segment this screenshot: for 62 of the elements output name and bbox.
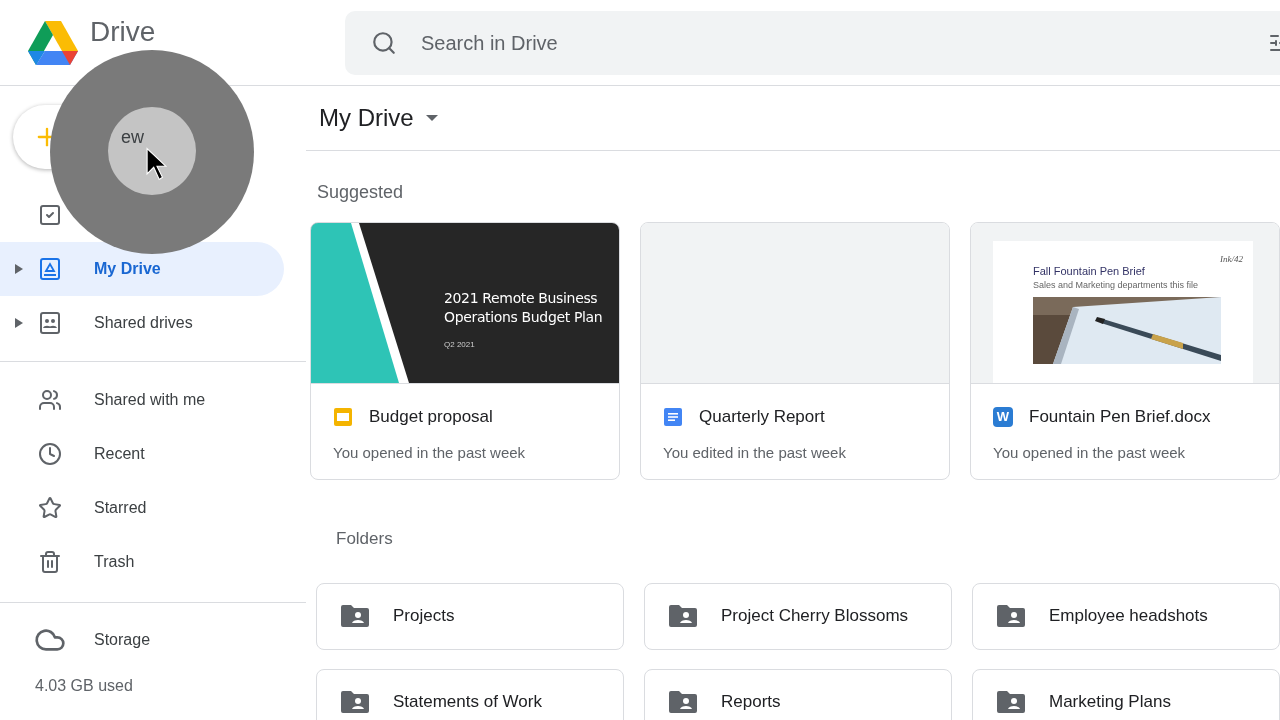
storage-item[interactable]: Storage [0,616,284,664]
folder-item[interactable]: Statements of Work [316,668,624,720]
sidebar-item[interactable]: Shared with me [0,373,284,427]
search-icon [371,29,397,56]
app-name: Drive [90,17,156,46]
star-icon [38,496,62,520]
shared-folder-icon [669,691,697,713]
shared-folder-icon [341,691,369,713]
file-card[interactable]: 2021 Remote Business Operations Budget Plan Q2 2021 Budget proposal You opened in the past week [310,222,620,480]
clock-icon [38,442,62,466]
folder-name: Projects [393,605,455,628]
drive-logo-icon [28,20,78,65]
sidebar-item[interactable]: Trash [0,535,284,589]
folder-item[interactable]: Marketing Plans [972,668,1280,720]
file-name: Fountain Pen Brief.docx [1029,406,1211,428]
shared-folder-icon [341,605,369,627]
storage-usage: 4.03 GB used [34,676,134,696]
slide-subtitle: Q2 2021 [444,339,476,351]
document-icon [663,406,683,427]
sidebar-item[interactable]: My Drive [0,242,284,296]
shared-folder-icon [997,691,1025,713]
expand-arrow-icon[interactable] [15,318,23,328]
shared-folder-icon [997,605,1025,627]
search-input[interactable]: Search in Drive [421,27,1244,58]
folder-name: Employee headshots [1049,605,1208,628]
file-name: Quarterly Report [699,406,825,428]
trash-icon [38,550,62,574]
word-icon: W [993,406,1013,427]
search-field[interactable]: Search in Drive [345,10,1280,75]
people-icon [38,388,62,412]
folder-item[interactable]: Projects [316,582,624,650]
sidebar-item[interactable]: Recent [0,427,284,481]
expand-arrow-icon[interactable] [15,264,23,274]
drive-icon [38,257,62,281]
folder-item[interactable]: Reports [644,668,952,720]
folder-name: Reports [721,691,781,714]
file-activity: You opened in the past week [993,442,1187,463]
slide-title: 2021 Remote Business Operations Budget Plan [444,289,604,327]
section-title: Suggested [316,181,405,204]
file-activity: You edited in the past week [663,442,847,463]
document-title: Fall Fountain Pen Brief [1033,263,1146,279]
cursor-icon [146,146,168,182]
folder-item[interactable]: Employee headshots [972,582,1280,650]
folder-name: Statements of Work [393,691,542,714]
document-subtitle: Sales and Marketing departments this file [1033,280,1200,291]
sidebar-item[interactable]: Shared drives [0,296,284,350]
section-title: Folders [335,528,394,550]
folder-item[interactable]: Project Cherry Blossoms [644,582,952,650]
shared-drives-icon [38,311,62,335]
shared-folder-icon [669,605,697,627]
slides-icon [333,406,353,427]
sidebar-item[interactable]: Starred [0,481,284,535]
file-name: Budget proposal [369,406,493,428]
folder-name: Project Cherry Blossoms [721,605,909,628]
folder-name: Marketing Plans [1049,691,1171,714]
file-card[interactable]: Quarterly Report You edited in the past week [640,222,950,480]
my-drive-dropdown[interactable]: My Drive [319,100,438,136]
caret-icon [425,115,438,121]
checkbox-icon [38,203,62,227]
file-card[interactable]: Ink/42 Fall Fountain Pen Brief Sales and Marketing departments this file W Fountain Pen Brief.docx You opened in the past week [970,222,1280,480]
document-brand: Ink/42 [1219,253,1244,266]
file-activity: You opened in the past week [333,442,527,463]
